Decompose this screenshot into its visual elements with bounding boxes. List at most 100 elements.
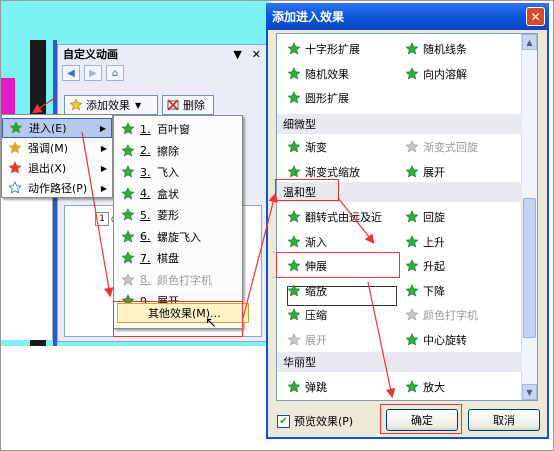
effect-option-label: 中心旋转 — [423, 333, 467, 347]
green-star-icon — [287, 283, 301, 296]
red-star-icon — [8, 161, 22, 174]
effect-option[interactable]: 圆形扩展 — [287, 89, 349, 107]
effect-option[interactable]: 升起 — [405, 257, 445, 275]
effect-label: 颜色打字机 — [157, 273, 212, 287]
chevron-right-icon: ▶ — [100, 183, 107, 193]
green-star-icon — [9, 121, 23, 134]
lower-area — [1, 346, 269, 450]
entrance-effect-item[interactable]: 6. 螺旋飞入 — [114, 227, 242, 247]
entrance-effect-item[interactable]: 1. 百叶窗 — [114, 119, 242, 139]
chevron-right-icon: ▶ — [100, 163, 107, 173]
menu-item-green-star[interactable]: 进入(E) ▶ — [2, 118, 112, 138]
green-star-icon — [405, 283, 419, 296]
highlight-ok-button — [380, 404, 462, 434]
add-effect-menu: 进入(E) ▶ 强调(M) ▶ 退出(X) ▶ 动作路径(P) ▶ — [1, 114, 113, 198]
green-star-icon — [287, 308, 301, 321]
back-icon[interactable]: ◀ — [62, 65, 80, 81]
effect-option-label: 随机效果 — [305, 67, 349, 81]
effect-option-label: 缩放 — [305, 284, 327, 298]
effect-option[interactable]: 十字形扩展 — [287, 40, 360, 58]
add-effect-star-icon — [69, 98, 83, 111]
effect-option[interactable]: 颜色打字机 — [405, 306, 478, 324]
scroll-up-icon[interactable]: ▲ — [522, 34, 537, 50]
menu-item-outline-star[interactable]: 动作路径(P) ▶ — [2, 178, 112, 198]
pane-title-bar: 自定义动画 ▼ ✕ — [58, 45, 266, 63]
effect-option-label: 上升 — [423, 235, 445, 249]
entrance-effect-item[interactable]: 8. 颜色打字机 — [114, 270, 242, 290]
item-number: 2. — [140, 144, 151, 157]
entrance-effect-item[interactable]: 4. 盒状 — [114, 184, 242, 204]
pane-dropdown-icon[interactable]: ▼ — [233, 48, 241, 61]
chevron-down-icon: ▼ — [135, 100, 142, 110]
effect-option[interactable]: 回旋 — [405, 208, 445, 226]
effect-option[interactable]: 展开 — [405, 163, 445, 181]
effect-label: 擦除 — [157, 144, 179, 158]
cancel-button[interactable]: 取消 — [468, 409, 540, 431]
entrance-effect-item[interactable]: 2. 擦除 — [114, 141, 242, 161]
menu-item-label: 强调(M) — [28, 142, 69, 155]
entrance-effect-item[interactable]: 7. 棋盘 — [114, 248, 242, 268]
green-star-icon — [405, 164, 419, 177]
dialog-title: 添加进入效果 — [272, 10, 345, 24]
scroll-down-icon[interactable]: ▼ — [522, 384, 537, 400]
preview-label: 预览效果(P) — [294, 415, 354, 428]
effect-option[interactable]: 压缩 — [287, 306, 327, 324]
effect-option[interactable]: 放大 — [405, 378, 445, 396]
category-exciting: 华丽型 — [277, 352, 522, 372]
green-star-icon — [287, 164, 301, 177]
green-star-icon — [287, 210, 301, 223]
effect-option[interactable]: 中心旋转 — [405, 331, 467, 349]
effect-option[interactable]: 渐入 — [287, 233, 327, 251]
green-star-icon — [287, 91, 301, 104]
effect-option[interactable]: 随机效果 — [287, 65, 349, 83]
effect-option[interactable]: 上升 — [405, 233, 445, 251]
item-number: 1 — [95, 212, 109, 226]
green-star-icon — [405, 380, 419, 393]
effect-option[interactable]: 渐变式缩放 — [287, 163, 360, 181]
entrance-effect-item[interactable]: 5. 菱形 — [114, 205, 242, 225]
effect-option[interactable]: 展开 — [287, 331, 327, 349]
remove-button[interactable]: 删除 — [162, 95, 214, 115]
effect-option[interactable]: 向内溶解 — [405, 65, 467, 83]
item-number: 4. — [140, 187, 151, 200]
slide-pink-block — [1, 78, 15, 118]
green-star-icon — [121, 122, 135, 135]
add-entrance-effect-dialog: 添加进入效果 ✕ ▲ ▼ 十字形扩展 随机线条 随机效果 向内溶解 圆形扩展 细微型 渐变渐… — [266, 3, 549, 439]
chevron-right-icon: ▶ — [99, 123, 106, 133]
effect-label: 棋盘 — [157, 252, 179, 265]
effect-option[interactable]: 下降 — [405, 282, 445, 300]
green-star-icon — [287, 234, 301, 247]
scrollbar-thumb[interactable] — [523, 198, 536, 338]
add-effect-button[interactable]: 添加效果 ▼ — [64, 95, 158, 115]
effect-option-label: 展开 — [423, 165, 445, 179]
green-star-icon — [121, 251, 135, 264]
scrollbar[interactable]: ▲ ▼ — [521, 34, 537, 400]
effect-label: 盒状 — [157, 187, 179, 201]
pane-close-icon[interactable]: ✕ — [252, 48, 261, 61]
effect-label: 螺旋飞入 — [157, 230, 201, 244]
preview-checkbox[interactable]: ✔ 预览效果(P) — [277, 413, 353, 429]
effect-option[interactable]: 渐变式回旋 — [405, 138, 478, 156]
effect-option-label: 向内溶解 — [423, 67, 467, 81]
green-star-icon — [287, 380, 301, 393]
menu-item-red-star[interactable]: 退出(X) ▶ — [2, 158, 112, 178]
effect-option[interactable]: 弹跳 — [287, 378, 327, 396]
home-icon[interactable]: ⌂ — [106, 65, 124, 81]
entrance-submenu: 1. 百叶窗 2. 擦除 3. 飞入 4. 盒状 5. 菱形 6. 螺旋飞入 7. 棋盘 8. 颜色打字机 9.… — [113, 115, 243, 329]
effect-option[interactable]: 随机线条 — [405, 40, 467, 58]
forward-icon[interactable]: ▶ — [84, 65, 102, 81]
pane-title: 自定义动画 — [63, 48, 118, 61]
green-star-icon — [287, 140, 301, 153]
effect-option[interactable]: 渐变 — [287, 138, 327, 156]
effect-label: 百叶窗 — [157, 123, 190, 136]
menu-item-sun-star[interactable]: 强调(M) ▶ — [2, 138, 112, 158]
entrance-effect-item[interactable]: 3. 飞入 — [114, 162, 242, 182]
effect-option-label: 随机线条 — [423, 43, 467, 56]
effect-label: 飞入 — [157, 166, 179, 179]
green-star-icon — [405, 42, 419, 55]
effect-option[interactable]: 翻转式由远及近 — [287, 208, 382, 226]
green-star-icon — [405, 234, 419, 247]
menu-item-label: 动作路径(P) — [28, 182, 88, 195]
close-icon[interactable]: ✕ — [526, 7, 545, 26]
effect-option[interactable]: 缩放 — [287, 282, 327, 300]
